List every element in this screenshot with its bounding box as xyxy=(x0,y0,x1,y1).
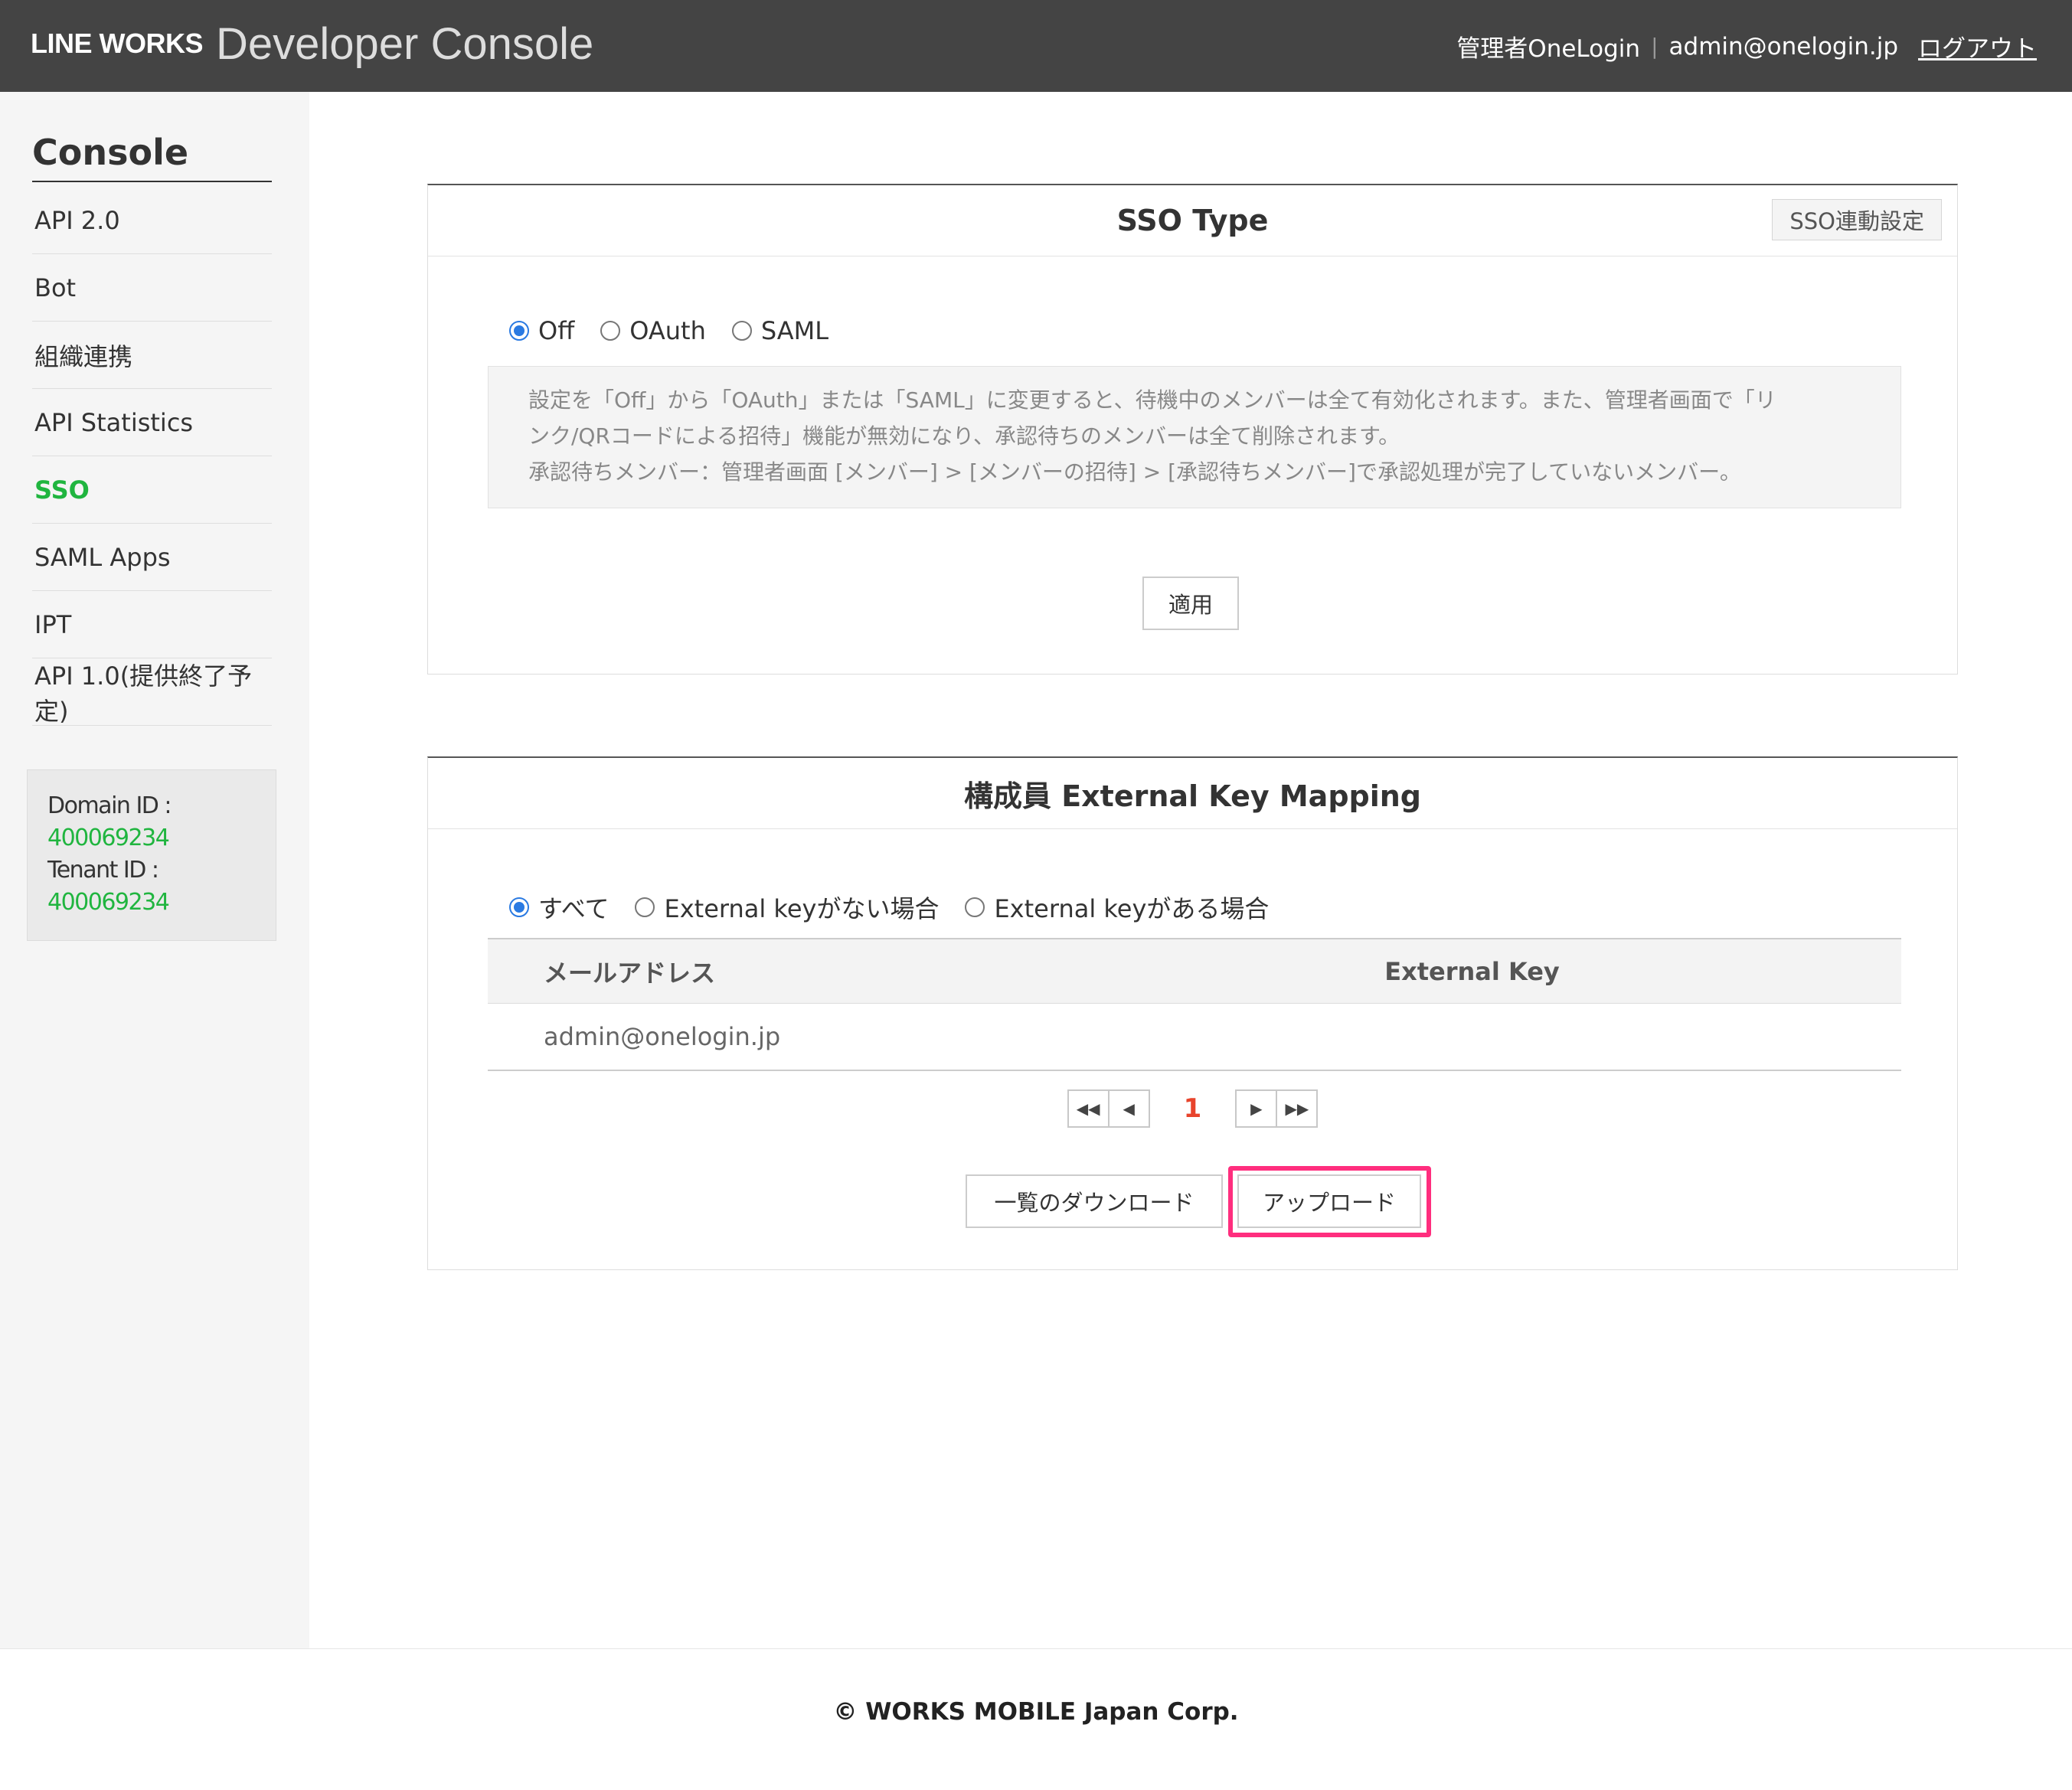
table-row: admin@onelogin.jp xyxy=(488,1004,1901,1071)
row-email: admin@onelogin.jp xyxy=(544,1022,781,1051)
filter-radio-all-label: すべて xyxy=(538,894,610,923)
footer: © WORKS MOBILE Japan Corp. xyxy=(0,1648,2072,1790)
next-page-icon[interactable]: ▶ xyxy=(1237,1091,1276,1126)
user-info: 管理者OneLogin | admin@onelogin.jp ログアウト xyxy=(1456,29,2037,64)
sso-settings-button[interactable]: SSO連動設定 xyxy=(1772,199,1942,240)
radio-checked-icon xyxy=(509,897,529,917)
user-name: 管理者OneLogin xyxy=(1456,35,1641,63)
filter-radio-has-key[interactable]: External keyがある場合 xyxy=(965,890,1269,925)
mapping-filter-radio-group: すべて External keyがない場合 External keyがある場合 xyxy=(509,890,1295,925)
current-page-number[interactable]: 1 xyxy=(1184,1093,1202,1124)
sidebar-item-org-sync[interactable]: 組織連携 xyxy=(32,322,272,389)
sidebar-item-api-statistics[interactable]: API Statistics xyxy=(32,389,272,456)
filter-radio-no-key-label: External keyがない場合 xyxy=(664,894,940,923)
prev-page-icon[interactable]: ◀ xyxy=(1107,1091,1149,1126)
column-header-email: メールアドレス xyxy=(544,958,716,988)
sidebar-item-ipt[interactable]: IPT xyxy=(32,591,272,658)
filter-radio-no-key[interactable]: External keyがない場合 xyxy=(635,890,939,925)
logout-link[interactable]: ログアウト xyxy=(1918,29,2037,64)
sso-radio-oauth[interactable]: OAuth xyxy=(600,316,706,345)
sidebar-item-api10[interactable]: API 1.0(提供終了予定) xyxy=(32,658,272,726)
mapping-title: 構成員 External Key Mapping xyxy=(963,779,1422,813)
sidebar-title: Console xyxy=(32,132,272,182)
domain-id-label: Domain ID : xyxy=(47,792,172,819)
sidebar-item-saml-apps[interactable]: SAML Apps xyxy=(32,524,272,591)
tenant-id-value: 400069234 xyxy=(47,889,170,916)
table-header: メールアドレス External Key xyxy=(488,938,1901,1004)
apply-button[interactable]: 適用 xyxy=(1142,577,1239,630)
app-title: Developer Console xyxy=(216,19,594,69)
filter-radio-has-key-label: External keyがある場合 xyxy=(994,894,1270,923)
brand-logo: LINE WORKS xyxy=(31,28,204,59)
sidebar-item-sso[interactable]: SSO xyxy=(32,456,272,524)
radio-checked-icon xyxy=(509,321,529,341)
mapping-header: 構成員 External Key Mapping xyxy=(428,758,1957,829)
pagination-forward-group: ▶ ▶▶ xyxy=(1235,1089,1319,1128)
radio-unchecked-icon xyxy=(635,897,655,917)
radio-unchecked-icon xyxy=(731,321,752,341)
notice-line-2: ンク/QRコードによる招待」機能が無効になり、承認待ちのメンバーは全て削除されま… xyxy=(528,423,1400,449)
sso-type-radio-group: Off OAuth SAML xyxy=(509,316,855,345)
radio-unchecked-icon xyxy=(600,321,621,341)
sso-radio-off[interactable]: Off xyxy=(509,316,574,345)
user-separator: | xyxy=(1651,34,1659,59)
tenant-id-label: Tenant ID : xyxy=(47,857,159,884)
download-list-button[interactable]: 一覧のダウンロード xyxy=(966,1174,1223,1228)
sidebar-nav: API 2.0 Bot 組織連携 API Statistics SSO SAML… xyxy=(32,187,272,726)
domain-id-value: 400069234 xyxy=(47,825,170,851)
radio-unchecked-icon xyxy=(965,897,985,917)
pagination-back-group: ◀◀ ◀ xyxy=(1067,1089,1150,1128)
sidebar: Console API 2.0 Bot 組織連携 API Statistics … xyxy=(0,92,309,1648)
copyright-text: © WORKS MOBILE Japan Corp. xyxy=(833,1698,1239,1726)
sso-type-title: SSO Type xyxy=(1116,204,1269,237)
last-page-icon[interactable]: ▶▶ xyxy=(1276,1091,1316,1126)
notice-line-3: 承認待ちメンバー：管理者画面 [メンバー] > [メンバーの招待] > [承認待… xyxy=(528,459,1741,485)
pagination: ◀◀ ◀ 1 ▶ ▶▶ xyxy=(428,1089,1957,1128)
sso-type-panel: SSO Type SSO連動設定 Off OAuth SAML 設定を「Off」… xyxy=(427,184,1958,675)
top-header: LINE WORKS Developer Console 管理者OneLogin… xyxy=(0,0,2072,92)
id-info-box: Domain ID : 400069234 Tenant ID : 400069… xyxy=(27,769,276,941)
notice-line-1: 設定を「Off」から「OAuth」または「SAML」に変更すると、待機中のメンバ… xyxy=(528,387,1776,413)
mapping-table: メールアドレス External Key admin@onelogin.jp xyxy=(488,938,1901,1071)
external-key-mapping-panel: 構成員 External Key Mapping すべて External ke… xyxy=(427,756,1958,1270)
sso-radio-oauth-label: OAuth xyxy=(629,316,706,345)
filter-radio-all[interactable]: すべて xyxy=(509,890,609,925)
sso-radio-saml[interactable]: SAML xyxy=(731,316,829,345)
sso-notice: 設定を「Off」から「OAuth」または「SAML」に変更すると、待機中のメンバ… xyxy=(488,366,1901,508)
column-header-external-key: External Key xyxy=(1384,956,1560,986)
sidebar-item-api20[interactable]: API 2.0 xyxy=(32,187,272,254)
sso-radio-off-label: Off xyxy=(538,316,575,345)
user-email: admin@onelogin.jp xyxy=(1668,32,1898,60)
first-page-icon[interactable]: ◀◀ xyxy=(1069,1091,1108,1126)
sidebar-item-bot[interactable]: Bot xyxy=(32,254,272,322)
sso-type-header: SSO Type SSO連動設定 xyxy=(428,185,1957,256)
upload-button[interactable]: アップロード xyxy=(1237,1174,1421,1228)
sso-radio-saml-label: SAML xyxy=(760,316,829,345)
